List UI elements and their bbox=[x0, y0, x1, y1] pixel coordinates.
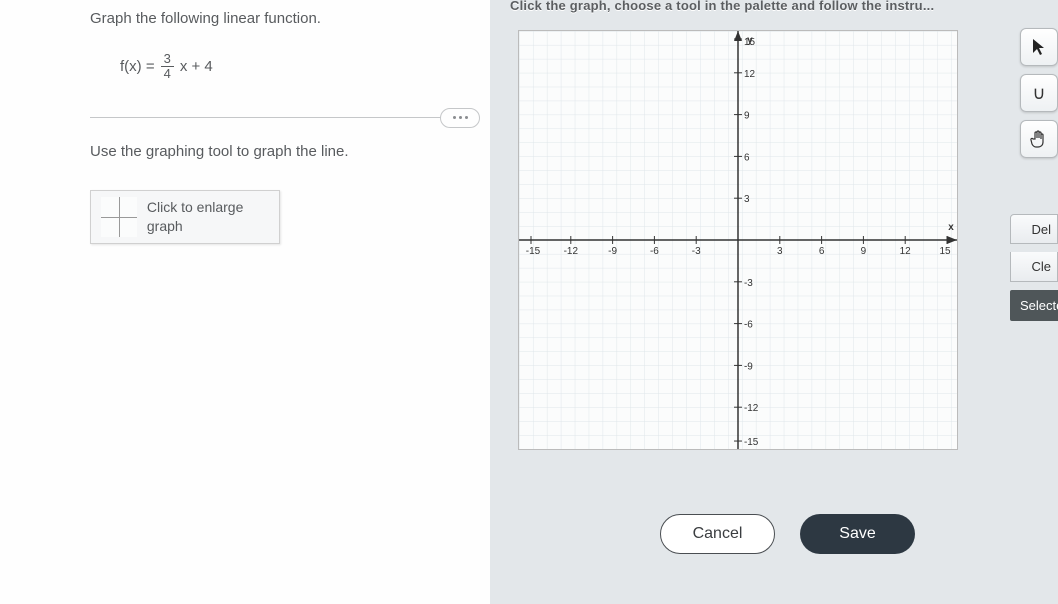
hand-tool[interactable] bbox=[1020, 120, 1058, 158]
svg-text:-3: -3 bbox=[692, 246, 701, 257]
denominator: 4 bbox=[161, 67, 174, 81]
x-axis-label: x bbox=[948, 222, 954, 233]
svg-text:-12: -12 bbox=[744, 403, 759, 414]
svg-text:-6: -6 bbox=[744, 320, 753, 331]
equation: f(x) = 3 4 x + 4 bbox=[120, 52, 460, 82]
save-button[interactable]: Save bbox=[800, 514, 915, 554]
svg-text:15: 15 bbox=[939, 246, 951, 257]
tool-palette: ∪ Del Cle Selected bbox=[1010, 28, 1058, 321]
numerator: 3 bbox=[161, 52, 174, 67]
cancel-button[interactable]: Cancel bbox=[660, 514, 775, 554]
svg-text:-12: -12 bbox=[564, 246, 579, 257]
svg-text:3: 3 bbox=[744, 194, 750, 205]
svg-text:9: 9 bbox=[744, 111, 750, 122]
undo-icon: ∪ bbox=[1032, 83, 1045, 104]
coordinate-plane: 3 6 9 12 15 -3 -6 -9 bbox=[519, 31, 957, 449]
fx-suffix: x + 4 bbox=[180, 58, 213, 75]
svg-text:-9: -9 bbox=[744, 361, 753, 372]
clear-button[interactable]: Cle bbox=[1010, 252, 1058, 282]
svg-text:-3: -3 bbox=[744, 278, 753, 289]
svg-text:12: 12 bbox=[744, 69, 756, 80]
svg-text:9: 9 bbox=[861, 246, 867, 257]
fx-prefix: f(x) = bbox=[120, 58, 155, 75]
pointer-tool[interactable] bbox=[1020, 28, 1058, 66]
problem-title: Graph the following linear function. bbox=[90, 10, 460, 27]
delete-button[interactable]: Del bbox=[1010, 214, 1058, 244]
problem-panel: Graph the following linear function. f(x… bbox=[0, 0, 490, 604]
svg-text:6: 6 bbox=[819, 246, 825, 257]
svg-text:6: 6 bbox=[744, 152, 750, 163]
hint-text: Click the graph, choose a tool in the pa… bbox=[510, 0, 934, 13]
svg-text:-15: -15 bbox=[526, 246, 541, 257]
svg-text:-9: -9 bbox=[608, 246, 617, 257]
undo-tool[interactable]: ∪ bbox=[1020, 74, 1058, 112]
selected-label: Selected bbox=[1010, 290, 1058, 321]
enlarge-label: Click to enlarge graph bbox=[147, 198, 269, 234]
enlarge-graph-button[interactable]: Click to enlarge graph bbox=[90, 190, 280, 244]
svg-text:-15: -15 bbox=[744, 437, 759, 448]
svg-text:-6: -6 bbox=[650, 246, 659, 257]
graph-area[interactable]: 3 6 9 12 15 -3 -6 -9 bbox=[518, 30, 958, 450]
divider bbox=[90, 117, 460, 118]
more-dots-button[interactable] bbox=[440, 108, 480, 128]
graph-panel: Click the graph, choose a tool in the pa… bbox=[490, 0, 1058, 604]
hand-icon bbox=[1029, 129, 1049, 149]
tick-x: 3 bbox=[777, 246, 783, 257]
y-axis-label: y bbox=[747, 35, 753, 46]
fraction: 3 4 bbox=[161, 52, 174, 82]
pointer-icon bbox=[1031, 37, 1047, 57]
svg-text:12: 12 bbox=[900, 246, 912, 257]
action-buttons: Cancel Save bbox=[660, 514, 915, 554]
instruction-text: Use the graphing tool to graph the line. bbox=[90, 143, 460, 160]
graph-thumbnail-icon bbox=[101, 197, 137, 237]
